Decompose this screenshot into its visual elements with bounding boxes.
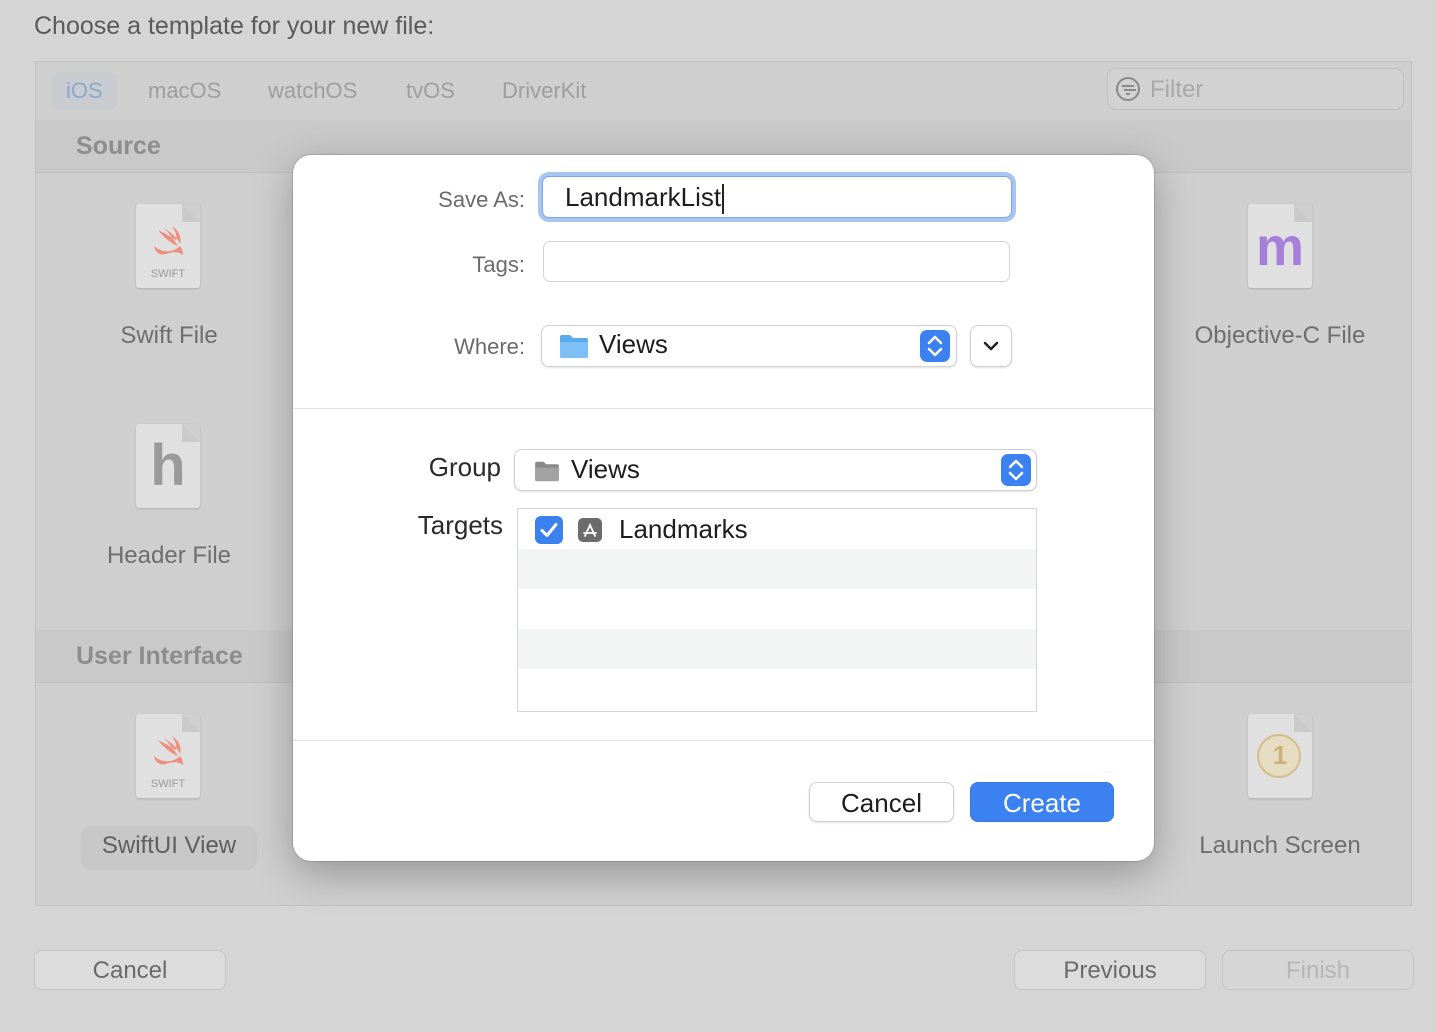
filter-placeholder: Filter bbox=[1150, 76, 1204, 103]
tile-label-launch-screen[interactable]: Launch Screen bbox=[1150, 832, 1410, 860]
swift-bird-icon bbox=[154, 226, 183, 255]
where-label: Where: bbox=[454, 334, 525, 359]
app-target-icon bbox=[578, 518, 602, 542]
save-sheet: Save As: LandmarkList Tags: Where: Views… bbox=[293, 155, 1154, 861]
swiftui-file-icon[interactable]: SWIFT bbox=[136, 714, 200, 798]
launch-letter: 1 bbox=[1272, 740, 1288, 770]
popup-stepper-icon bbox=[920, 330, 950, 362]
tab-tvos[interactable]: tvOS bbox=[392, 72, 469, 110]
section-divider bbox=[293, 408, 1154, 409]
filter-field[interactable]: Filter bbox=[1107, 68, 1404, 110]
tab-driverkit[interactable]: DriverKit bbox=[488, 72, 600, 110]
checkmark-icon bbox=[540, 523, 558, 537]
chooser-cancel-button[interactable]: Cancel bbox=[34, 950, 226, 990]
target-checkbox[interactable] bbox=[535, 516, 563, 544]
tab-macos[interactable]: macOS bbox=[134, 72, 235, 110]
table-row bbox=[518, 669, 1036, 709]
chooser-previous-button[interactable]: Previous bbox=[1014, 950, 1206, 990]
group-label: Group bbox=[428, 452, 501, 482]
table-row bbox=[518, 589, 1036, 629]
swift-badge: SWIFT bbox=[150, 778, 186, 790]
filter-icon bbox=[1116, 77, 1140, 101]
tile-label-swiftui-view[interactable]: SwiftUI View bbox=[39, 832, 299, 860]
tile-label-objc-file[interactable]: Objective-C File bbox=[1150, 322, 1410, 350]
header-file-icon[interactable]: h bbox=[136, 424, 200, 508]
create-button[interactable]: Create bbox=[970, 782, 1114, 822]
platform-tab-bar: iOS macOS watchOS tvOS DriverKit Filter bbox=[36, 62, 1411, 121]
folder-icon bbox=[535, 461, 559, 482]
objc-file-icon[interactable]: m bbox=[1248, 204, 1312, 288]
save-as-field[interactable]: LandmarkList bbox=[542, 176, 1012, 218]
chooser-heading: Choose a template for your new file: bbox=[34, 12, 435, 40]
target-name: Landmarks bbox=[619, 514, 748, 544]
cancel-button[interactable]: Cancel bbox=[809, 782, 954, 822]
targets-label: Targets bbox=[417, 510, 503, 540]
table-row bbox=[518, 629, 1036, 669]
targets-table: Landmarks bbox=[517, 508, 1037, 712]
section-divider bbox=[293, 740, 1154, 741]
chooser-finish-button[interactable]: Finish bbox=[1222, 950, 1414, 990]
save-as-value: LandmarkList bbox=[565, 182, 722, 212]
section-title: User Interface bbox=[76, 642, 243, 670]
group-popup[interactable]: Views bbox=[514, 449, 1037, 491]
tags-field[interactable] bbox=[543, 241, 1010, 282]
table-row[interactable]: Landmarks bbox=[518, 509, 1036, 549]
where-value: Views bbox=[599, 329, 668, 359]
tab-ios[interactable]: iOS bbox=[52, 72, 117, 110]
table-row bbox=[518, 549, 1036, 589]
swift-file-icon[interactable]: SWIFT bbox=[136, 204, 200, 288]
section-title: Source bbox=[76, 132, 161, 160]
tile-label-swift-file[interactable]: Swift File bbox=[39, 322, 299, 350]
text-caret bbox=[722, 184, 725, 215]
expand-browser-button[interactable] bbox=[970, 325, 1012, 367]
group-value: Views bbox=[571, 454, 640, 484]
tags-label: Tags: bbox=[472, 252, 525, 277]
save-as-label: Save As: bbox=[438, 187, 525, 212]
tile-label-header-file[interactable]: Header File bbox=[39, 542, 299, 570]
header-letter: h bbox=[150, 433, 186, 498]
tab-watchos[interactable]: watchOS bbox=[254, 72, 371, 110]
swift-bird-icon bbox=[154, 736, 183, 765]
swift-badge: SWIFT bbox=[150, 268, 186, 280]
folder-icon bbox=[560, 335, 588, 358]
popup-stepper-icon bbox=[1001, 454, 1031, 486]
chevron-down-icon bbox=[983, 341, 999, 351]
objc-letter: m bbox=[1255, 217, 1304, 277]
launch-screen-icon[interactable]: 1 bbox=[1248, 714, 1312, 798]
where-popup[interactable]: Views bbox=[541, 325, 957, 367]
